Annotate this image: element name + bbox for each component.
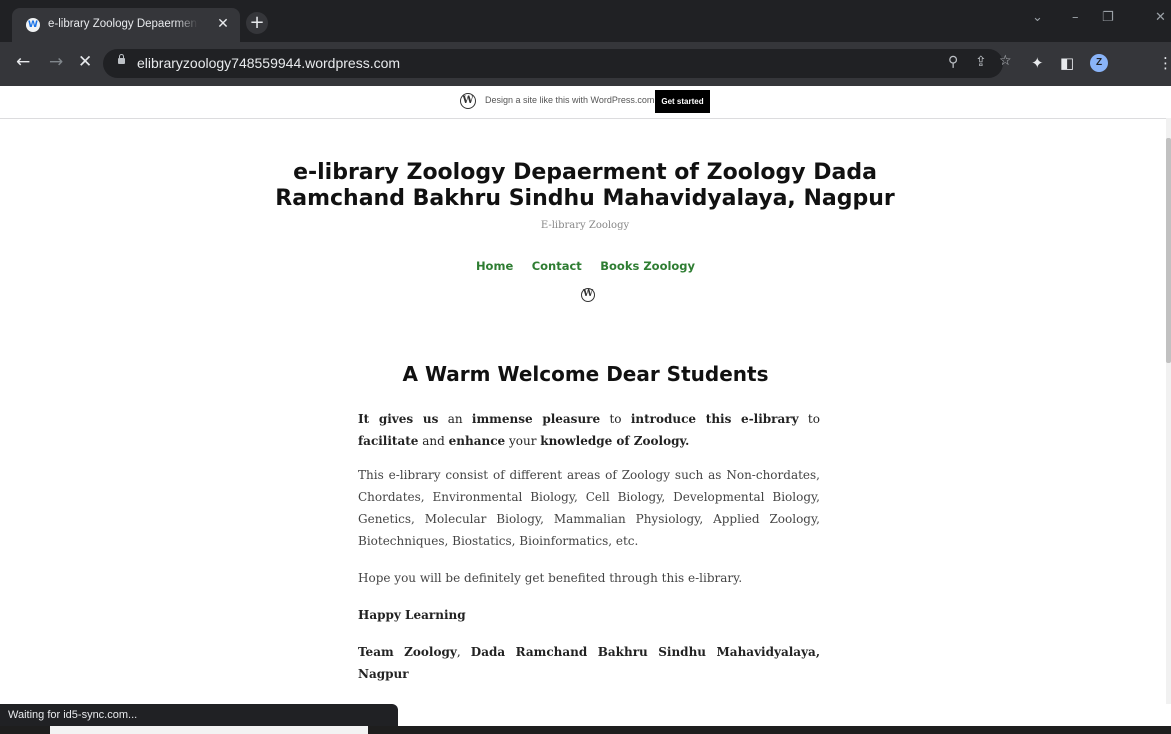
intro-paragraph: It gives us an immense pleasure to intro… — [358, 408, 820, 452]
minimize-icon[interactable]: – — [1072, 10, 1079, 25]
browser-toolbar: ← → ✕ elibraryzoology748559944.wordpress… — [0, 42, 1171, 86]
tab-title: e-library Zoology Depaerment of Zoology — [48, 18, 198, 30]
address-bar[interactable]: elibraryzoology748559944.wordpress.com ⚲… — [103, 49, 1012, 78]
nav-item-books-zoology[interactable]: Books Zoology — [600, 259, 695, 273]
kebab-menu-icon[interactable]: ⋮ — [1158, 54, 1171, 72]
text-run: your — [505, 434, 541, 448]
os-taskbar — [0, 726, 1171, 734]
text-run: Team Zoology — [358, 645, 457, 659]
text-run: immense pleasure — [471, 412, 601, 426]
forward-arrow-icon[interactable]: → — [49, 52, 63, 72]
areas-paragraph: This e-library consist of different area… — [358, 468, 820, 548]
wordpress-social-icon[interactable]: W — [581, 288, 595, 302]
team-signature: Team Zoology, Dada Ramchand Bakhru Sindh… — [358, 641, 820, 685]
site-tagline: E-library Zoology — [540, 220, 630, 231]
nav-item-contact[interactable]: Contact — [532, 259, 582, 273]
text-run: introduce this e-library — [630, 412, 799, 426]
taskbar-search-box[interactable] — [50, 726, 368, 734]
text-run: an — [438, 412, 472, 426]
status-bubble: Waiting for id5-sync.com... — [0, 704, 398, 726]
primary-navigation: Home Contact Books Zoology — [0, 257, 1171, 275]
lock-icon[interactable] — [118, 54, 125, 64]
wordpress-favicon-icon: W — [26, 18, 40, 32]
close-tab-icon[interactable]: ✕ — [215, 16, 231, 32]
back-arrow-icon[interactable]: ← — [16, 52, 30, 72]
site-title[interactable]: e-library Zoology Depaerment of Zoology … — [235, 160, 935, 212]
star-icon[interactable]: ☆ — [999, 53, 1012, 69]
puzzle-icon[interactable]: ✦ — [1031, 54, 1044, 72]
browser-tab[interactable]: W e-library Zoology Depaerment of Zoolog… — [12, 8, 240, 42]
post-content: It gives us an immense pleasure to intro… — [358, 408, 820, 685]
wordpress-banner: W Design a site like this with WordPress… — [0, 86, 1171, 119]
page-heading: A Warm Welcome Dear Students — [402, 362, 769, 386]
happy-learning-text: Happy Learning — [358, 608, 466, 622]
get-started-button[interactable]: Get started — [655, 90, 710, 113]
text-run: knowledge of Zoology. — [540, 434, 690, 448]
restore-icon[interactable]: ❐ — [1102, 10, 1114, 25]
side-panel-icon[interactable]: ◧ — [1060, 54, 1074, 72]
close-window-icon[interactable]: ✕ — [1155, 10, 1166, 25]
text-run: to — [798, 412, 820, 426]
text-run: and — [418, 434, 449, 448]
text-run: , — [456, 645, 471, 659]
benefit-paragraph: Hope you will be definitely get benefite… — [358, 571, 743, 585]
nav-item-home[interactable]: Home — [476, 259, 513, 273]
new-tab-button[interactable]: + — [246, 12, 268, 34]
search-icon[interactable]: ⚲ — [948, 54, 958, 70]
text-run: It gives us — [358, 412, 439, 426]
tab-search-chevron-icon[interactable]: ⌄ — [1032, 10, 1043, 25]
page-scrollbar[interactable] — [1166, 118, 1171, 704]
share-icon[interactable]: ⇪ — [975, 54, 987, 70]
close-icon[interactable]: ✕ — [78, 52, 92, 72]
avatar[interactable]: Z — [1090, 54, 1108, 72]
text-run: to — [600, 412, 631, 426]
text-run: facilitate — [358, 434, 419, 448]
wordpress-banner-text[interactable]: Design a site like this with WordPress.c… — [485, 95, 654, 105]
wordpress-logo-icon[interactable]: W — [460, 93, 476, 109]
url-text[interactable]: elibraryzoology748559944.wordpress.com — [137, 55, 400, 71]
scrollbar-thumb[interactable] — [1166, 138, 1171, 363]
tab-strip: W e-library Zoology Depaerment of Zoolog… — [0, 0, 1171, 42]
text-run: enhance — [448, 434, 506, 448]
